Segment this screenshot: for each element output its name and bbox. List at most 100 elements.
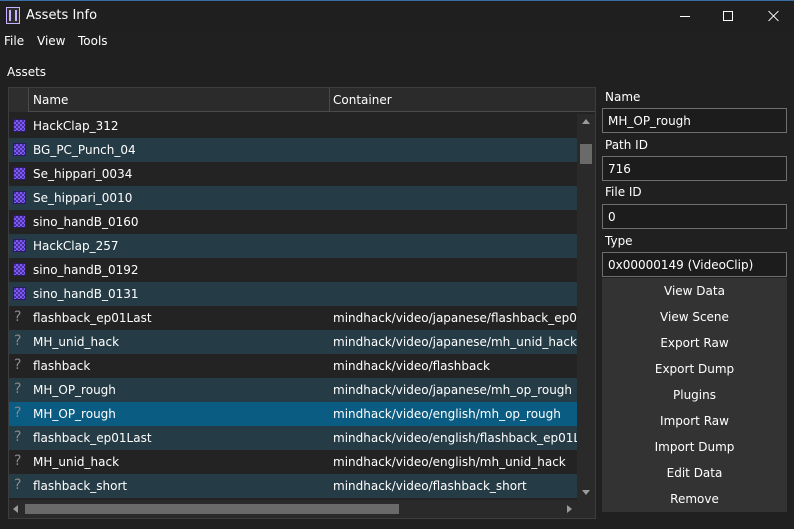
horizontal-scroll-thumb[interactable] xyxy=(25,504,399,514)
table-row[interactable]: HackClap_257 xyxy=(9,234,577,258)
app-icon xyxy=(6,7,20,24)
texture-icon xyxy=(13,119,26,132)
scrollbar-corner xyxy=(577,500,595,518)
column-header-container[interactable]: Container xyxy=(333,93,392,107)
scroll-up-icon[interactable] xyxy=(582,119,590,124)
table-row[interactable]: ? flashback mindhack/video/flashback xyxy=(9,354,577,378)
table-row[interactable]: ? MH_OP_rough mindhack/video/japanese/mh_o… xyxy=(9,378,577,402)
edit-data-button[interactable]: Edit Data xyxy=(602,460,787,486)
column-header-name[interactable]: Name xyxy=(33,93,68,107)
texture-icon xyxy=(13,191,26,204)
file-id-field[interactable]: 0 xyxy=(602,204,787,229)
texture-icon xyxy=(13,215,26,228)
table-row[interactable]: sino_handB_0160 xyxy=(9,210,577,234)
row-name: sino_handB_0160 xyxy=(33,215,139,229)
import-raw-button[interactable]: Import Raw xyxy=(602,408,787,434)
unknown-type-icon: ? xyxy=(14,381,22,397)
name-label: Name xyxy=(605,90,641,104)
table-rows: HackClap_312 BG_PC_Punch_04 Se_hippari_003… xyxy=(9,114,577,500)
row-name: MH_OP_rough xyxy=(33,407,116,421)
row-name: HackClap_312 xyxy=(33,119,119,133)
action-buttons: View Data View Scene Export Raw Export D… xyxy=(602,278,787,512)
column-resize-handle[interactable] xyxy=(329,88,330,112)
row-name: flashback_ep01Last xyxy=(33,311,152,325)
row-container: mindhack/video/flashback_short xyxy=(333,479,527,493)
table-row[interactable]: ? MH_OP_rough mindhack/video/english/mh_op… xyxy=(9,402,577,426)
unknown-type-icon: ? xyxy=(14,453,22,469)
horizontal-scrollbar[interactable] xyxy=(9,500,577,518)
view-data-button[interactable]: View Data xyxy=(602,278,787,304)
assets-table: Name Container HackClap_312 BG_PC_Punch_0… xyxy=(8,87,596,519)
table-row[interactable]: Se_hippari_0034 xyxy=(9,162,577,186)
menu-view[interactable]: View xyxy=(37,34,65,48)
vertical-scrollbar[interactable] xyxy=(577,114,595,500)
table-header: Name Container xyxy=(9,88,595,112)
texture-icon xyxy=(13,143,26,156)
menu-tools[interactable]: Tools xyxy=(78,34,108,48)
assets-label: Assets xyxy=(7,65,47,79)
row-container: mindhack/video/japanese/flashback_ep01La… xyxy=(333,311,577,325)
view-scene-button[interactable]: View Scene xyxy=(602,304,787,330)
export-raw-button[interactable]: Export Raw xyxy=(602,330,787,356)
title-bar: Assets Info xyxy=(0,1,794,31)
export-dump-button[interactable]: Export Dump xyxy=(602,356,787,382)
table-row[interactable]: ? flashback_ep01Last mindhack/video/englis… xyxy=(9,426,577,450)
unknown-type-icon: ? xyxy=(14,309,22,325)
unknown-type-icon: ? xyxy=(14,405,22,421)
row-container: mindhack/video/japanese/mh_op_rough xyxy=(333,383,573,397)
unknown-type-icon: ? xyxy=(14,429,22,445)
row-name: Se_hippari_0034 xyxy=(33,167,133,181)
table-row[interactable]: HackClap_312 xyxy=(9,114,577,138)
row-name: sino_handB_0192 xyxy=(33,263,139,277)
table-row[interactable]: Se_hippari_0010 xyxy=(9,186,577,210)
maximize-button[interactable] xyxy=(705,1,751,31)
row-name: MH_unid_hack xyxy=(33,455,120,469)
table-row[interactable]: BG_PC_Punch_04 xyxy=(9,138,577,162)
minimize-button[interactable] xyxy=(662,1,708,31)
table-row[interactable]: sino_handB_0192 xyxy=(9,258,577,282)
type-field[interactable]: 0x00000149 (VideoClip) xyxy=(602,252,787,277)
texture-icon xyxy=(13,287,26,300)
window-title: Assets Info xyxy=(26,8,98,23)
texture-icon xyxy=(13,263,26,276)
scroll-down-icon[interactable] xyxy=(582,490,590,495)
table-row[interactable]: ? flashback_ep01Last mindhack/video/japane… xyxy=(9,306,577,330)
path-id-field[interactable]: 716 xyxy=(602,156,787,181)
row-name: Se_hippari_0010 xyxy=(33,191,133,205)
row-name: sino_handB_0131 xyxy=(33,287,139,301)
row-name: flashback_short xyxy=(33,479,128,493)
table-row[interactable]: ? MH_unid_hack mindhack/video/japanese/mh_… xyxy=(9,330,577,354)
unknown-type-icon: ? xyxy=(14,477,22,493)
header-icon-column xyxy=(9,88,29,112)
file-id-label: File ID xyxy=(605,185,642,199)
name-field[interactable]: MH_OP_rough xyxy=(602,108,787,133)
texture-icon xyxy=(13,167,26,180)
table-row[interactable]: ? MH_unid_hack mindhack/video/english/mh_u… xyxy=(9,450,577,474)
plugins-button[interactable]: Plugins xyxy=(602,382,787,408)
row-name: HackClap_257 xyxy=(33,239,119,253)
scroll-right-icon[interactable] xyxy=(567,505,572,513)
scroll-left-icon[interactable] xyxy=(13,505,18,513)
table-row[interactable]: sino_handB_0131 xyxy=(9,282,577,306)
row-name: flashback xyxy=(33,359,91,373)
menu-file[interactable]: File xyxy=(4,34,24,48)
row-name: MH_unid_hack xyxy=(33,335,120,349)
minimize-icon xyxy=(680,15,690,17)
remove-button[interactable]: Remove xyxy=(602,486,787,512)
close-button[interactable] xyxy=(751,1,794,31)
row-container: mindhack/video/english/mh_unid_hack xyxy=(333,455,566,469)
table-row[interactable]: ? flashback_short mindhack/video/flashback… xyxy=(9,474,577,498)
vertical-scroll-thumb[interactable] xyxy=(580,144,592,164)
close-icon xyxy=(768,10,780,22)
row-name: MH_OP_rough xyxy=(33,383,116,397)
row-container: mindhack/video/flashback xyxy=(333,359,490,373)
path-id-label: Path ID xyxy=(605,138,648,152)
unknown-type-icon: ? xyxy=(14,333,22,349)
import-dump-button[interactable]: Import Dump xyxy=(602,434,787,460)
row-container: mindhack/video/english/mh_op_rough xyxy=(333,407,561,421)
maximize-icon xyxy=(723,11,733,21)
type-label: Type xyxy=(605,234,633,248)
unknown-type-icon: ? xyxy=(14,357,22,373)
row-name: flashback_ep01Last xyxy=(33,431,152,445)
row-container: mindhack/video/japanese/mh_unid_hack xyxy=(333,335,577,349)
